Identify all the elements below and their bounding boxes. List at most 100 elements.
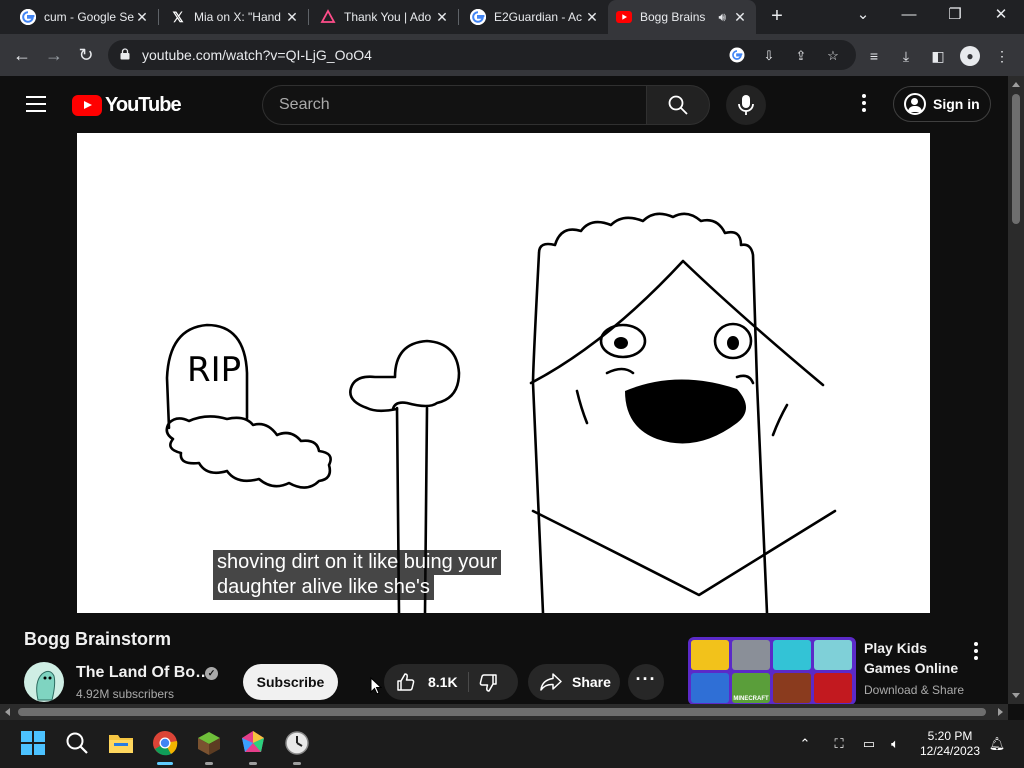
app-indicator <box>249 762 257 765</box>
share-button[interactable]: Share <box>528 664 620 700</box>
ad-thumbnail[interactable]: MINECRAFT <box>688 637 856 705</box>
taskbar-clock[interactable]: 5:20 PM 12/24/2023 <box>918 729 982 759</box>
more-actions-button[interactable]: ··· <box>628 664 664 700</box>
profile-icon[interactable]: ● <box>960 46 980 66</box>
voice-search-button[interactable] <box>726 85 766 125</box>
taskbar-search-icon[interactable] <box>64 730 90 756</box>
side-panel-icon[interactable]: ◧ <box>928 46 948 66</box>
scrollbar-thumb[interactable] <box>18 708 986 716</box>
like-button[interactable]: 8.1K <box>384 664 468 700</box>
tab-e2guardian[interactable]: E2Guardian - Ac ✕ <box>462 0 608 34</box>
youtube-header: YouTube Sign in <box>0 76 1008 132</box>
left-cheek-drawing <box>575 389 589 425</box>
search-button[interactable] <box>646 85 710 125</box>
windows-start-icon[interactable] <box>20 730 46 756</box>
sign-in-label: Sign in <box>933 96 980 112</box>
search-box <box>262 85 646 125</box>
chrome-taskbar-icon[interactable] <box>152 730 178 765</box>
sign-in-button[interactable]: Sign in <box>893 86 991 122</box>
scroll-down-arrow-icon[interactable] <box>1012 693 1020 698</box>
downloads-icon[interactable]: ⤓ <box>896 46 916 66</box>
smile-mouth-drawing <box>625 379 746 444</box>
like-count: 8.1K <box>428 674 458 690</box>
reload-button[interactable]: ↻ <box>74 43 98 67</box>
thumbs-down-icon[interactable] <box>478 673 498 693</box>
close-tab-icon[interactable]: ✕ <box>434 9 450 26</box>
browser-toolbar: ← → ↻ youtube.com/watch?v=QI-LjG_OoO4 ⇩ … <box>0 34 1024 76</box>
scroll-right-arrow-icon[interactable] <box>998 708 1003 716</box>
notifications-icon[interactable]: 🔔︎ <box>988 735 1006 753</box>
cheek-line-drawing <box>605 367 635 375</box>
show-hidden-icons-chevron-icon[interactable]: ⌃ <box>796 735 814 753</box>
tab-search-icon[interactable]: ⌄ <box>840 0 886 34</box>
scroll-left-arrow-icon[interactable] <box>5 708 10 716</box>
new-tab-button[interactable]: + <box>766 5 788 27</box>
adobe-acrobat-icon <box>320 9 336 25</box>
app-indicator <box>293 762 301 765</box>
windows-taskbar: ⌃ ⛶ ▭ 🔈︎ 5:20 PM 12/24/2023 🔔︎ <box>0 720 1024 768</box>
clock-app-icon[interactable] <box>284 730 310 765</box>
close-tab-icon[interactable]: ✕ <box>732 9 748 26</box>
active-app-indicator <box>157 762 173 765</box>
scroll-up-arrow-icon[interactable] <box>1012 82 1020 87</box>
right-cheek-drawing <box>771 403 789 437</box>
closed-caption: shoving dirt on it like buing your daugh… <box>213 550 502 600</box>
media-controls-icon[interactable]: ≡ <box>864 46 884 66</box>
tab-youtube-active[interactable]: Bogg Brains 🔊︎ ✕ <box>608 0 756 34</box>
tab-google-search[interactable]: cum - Google Se ✕ <box>12 0 158 34</box>
channel-avatar[interactable] <box>24 662 64 702</box>
address-bar[interactable]: youtube.com/watch?v=QI-LjG_OoO4 ⇩ ⇪ ☆ <box>108 40 856 70</box>
character-face-drawing <box>529 259 825 387</box>
tab-divider <box>158 9 159 25</box>
display-icon[interactable]: ▭ <box>860 735 878 753</box>
game-tile <box>814 640 852 670</box>
youtube-logo[interactable]: YouTube <box>72 93 182 116</box>
ad-menu-kebab-icon[interactable] <box>970 642 982 662</box>
close-tab-icon[interactable]: ✕ <box>584 9 600 26</box>
url-text: youtube.com/watch?v=QI-LjG_OoO4 <box>142 47 372 63</box>
forward-button[interactable]: → <box>42 43 66 67</box>
video-title: Bogg Brainstorm <box>24 629 172 649</box>
subscribe-button[interactable]: Subscribe <box>243 664 338 700</box>
youtube-wordmark: YouTube <box>105 93 182 116</box>
ad-title[interactable]: Play Kids Games Online <box>864 638 974 678</box>
search-input[interactable] <box>279 95 619 115</box>
horizontal-scrollbar[interactable] <box>0 704 1008 720</box>
close-tab-icon[interactable]: ✕ <box>134 9 150 26</box>
settings-kebab-icon[interactable] <box>854 94 874 116</box>
game-tile <box>773 673 811 703</box>
colorful-app-icon[interactable] <box>240 730 266 765</box>
install-app-icon[interactable]: ⇩ <box>760 47 778 65</box>
close-window-button[interactable]: ✕ <box>978 0 1024 34</box>
network-icon[interactable]: ⛶ <box>830 735 848 753</box>
restore-button[interactable]: ❐ <box>932 0 978 34</box>
hamburger-menu-icon[interactable] <box>26 96 46 112</box>
share-page-icon[interactable]: ⇪ <box>792 47 810 65</box>
tab-x-post[interactable]: 𝕏 Mia on X: "Hand ✕ <box>162 0 308 34</box>
minecraft-launcher-icon[interactable] <box>196 730 222 765</box>
dirt-mound-drawing <box>165 415 332 489</box>
clock-date: 12/24/2023 <box>919 744 981 758</box>
lock-icon <box>120 48 130 60</box>
file-explorer-icon[interactable] <box>108 730 134 756</box>
google-lens-icon[interactable] <box>728 47 746 65</box>
video-player[interactable]: RIP shoving dirt on it like buing your d… <box>77 133 930 613</box>
bookmark-star-icon[interactable]: ☆ <box>824 47 842 65</box>
speaker-audio-icon[interactable]: 🔊︎ <box>718 10 726 25</box>
tab-adobe[interactable]: Thank You | Ado ✕ <box>312 0 458 34</box>
minimize-button[interactable]: — <box>886 0 932 34</box>
volume-muted-icon[interactable]: 🔈︎ <box>886 735 904 753</box>
close-tab-icon[interactable]: ✕ <box>284 9 300 26</box>
video-frame-drawing: RIP <box>165 212 837 613</box>
channel-name[interactable]: The Land Of Bo… <box>76 664 211 682</box>
game-tile <box>814 673 852 703</box>
like-dislike-group: 8.1K <box>384 664 518 700</box>
right-pupil-drawing <box>727 336 739 350</box>
youtube-icon <box>616 9 632 25</box>
clock-time: 5:20 PM <box>927 729 973 743</box>
back-button[interactable]: ← <box>10 43 34 67</box>
vertical-scrollbar[interactable] <box>1008 76 1024 704</box>
scrollbar-thumb[interactable] <box>1012 94 1020 224</box>
game-tile <box>691 640 729 670</box>
chrome-menu-icon[interactable]: ⋮ <box>992 46 1012 66</box>
